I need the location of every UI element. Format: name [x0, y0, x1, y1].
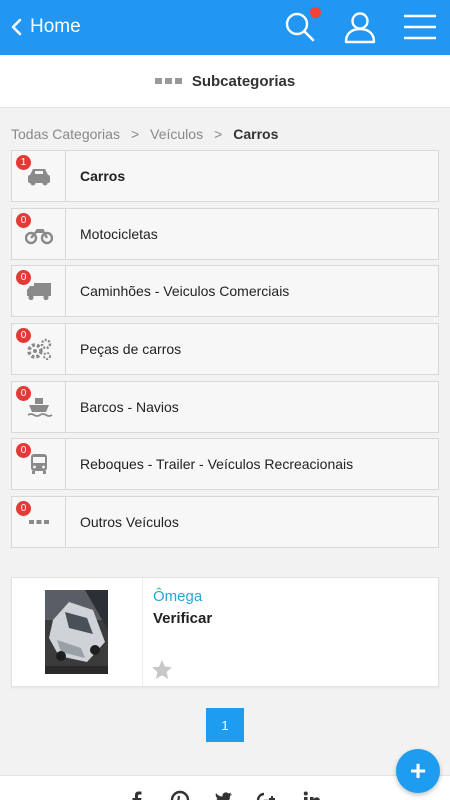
pinterest-icon: [170, 790, 190, 800]
listing-verify-label[interactable]: Verificar: [153, 610, 212, 627]
category-icon-cell: 0: [12, 439, 66, 490]
user-icon: [344, 12, 376, 44]
subcategory-item-motocicletas[interactable]: 0 Motocicletas: [11, 207, 439, 260]
subcategory-label: Caminhões - Veiculos Comerciais: [80, 283, 290, 300]
breadcrumb-separator: >: [214, 126, 223, 142]
subcategory-item-outros[interactable]: 0 Outros Veículos: [11, 496, 439, 549]
subcategory-label: Carros: [80, 168, 126, 184]
google-plus-link[interactable]: [256, 790, 276, 800]
favorite-button[interactable]: [150, 658, 174, 682]
subcategory-label: Outros Veículos: [80, 514, 179, 531]
star-icon: [152, 660, 172, 679]
menu-button[interactable]: [402, 9, 438, 45]
twitter-icon: [215, 792, 233, 800]
breadcrumb-separator: >: [130, 126, 140, 142]
notification-dot: [310, 7, 321, 18]
subcategories-header: Subcategorias: [0, 55, 450, 108]
car-photo: [45, 590, 108, 674]
add-listing-fab[interactable]: +: [396, 749, 440, 793]
chevron-left-icon: [11, 18, 22, 36]
category-icon-cell: 0: [12, 208, 66, 259]
subcategories-title: Subcategorias: [191, 72, 296, 90]
listing-thumbnail: [45, 590, 108, 674]
category-icon-cell: 0: [12, 324, 66, 375]
subcategory-label: Motocicletas: [80, 225, 158, 242]
listing-thumbnail-cell: [12, 578, 143, 686]
category-icon-cell: 0: [12, 381, 66, 432]
truck-icon: [26, 283, 51, 301]
search-button[interactable]: [282, 7, 321, 45]
google-plus-icon: [256, 792, 275, 800]
subcategory-item-barcos[interactable]: 0 Barcos - Navios: [11, 380, 439, 433]
facebook-link[interactable]: [127, 790, 147, 800]
social-footer: [0, 775, 450, 800]
breadcrumb-all-categories[interactable]: Todas Categorias: [11, 126, 120, 142]
home-back-label: Home: [30, 16, 81, 37]
grid-dots-icon: [154, 78, 182, 84]
top-app-bar: Home: [0, 0, 450, 55]
subcategory-item-caminhoes[interactable]: 0 Caminhões - Veiculos Comerciais: [11, 265, 439, 318]
count-badge: 0: [16, 328, 31, 344]
subcategory-item-carros[interactable]: 1 Carros: [11, 150, 439, 202]
subcategory-list: 1 Carros 0 Motocicletas 0 Caminhões - Ve…: [11, 150, 439, 554]
subcategory-label: Peças de carros: [80, 341, 182, 358]
bus-icon: [30, 454, 47, 475]
category-icon-cell: 0: [12, 497, 66, 548]
listing-title[interactable]: Ômega: [153, 588, 202, 605]
count-badge: 0: [16, 212, 31, 228]
linkedin-link[interactable]: [302, 790, 322, 800]
subcategory-item-pecas[interactable]: 0 Peças de carros: [11, 323, 439, 376]
pagination-page-1[interactable]: 1: [206, 708, 244, 742]
category-icon-cell: 1: [12, 151, 66, 201]
count-badge: 1: [16, 155, 31, 170]
breadcrumb: Todas Categorias > Veículos > Carros: [11, 124, 278, 144]
listing-card[interactable]: Ômega Verificar: [11, 577, 439, 687]
category-icon-cell: 0: [12, 266, 66, 317]
twitter-link[interactable]: [214, 790, 234, 800]
facebook-icon: [132, 791, 142, 800]
subcategory-label: Barcos - Navios: [80, 398, 179, 415]
menu-icon: [404, 14, 436, 40]
breadcrumb-vehicles[interactable]: Veículos: [150, 126, 203, 142]
pinterest-link[interactable]: [170, 790, 190, 800]
account-button[interactable]: [342, 9, 378, 45]
subcategory-item-reboques[interactable]: 0 Reboques - Trailer - Veículos Recreaci…: [11, 438, 439, 491]
subcategory-label: Reboques - Trailer - Veículos Recreacion…: [80, 456, 354, 473]
linkedin-icon: [303, 791, 320, 800]
home-back-button[interactable]: Home: [10, 12, 81, 42]
count-badge: 0: [16, 385, 31, 401]
breadcrumb-current: Carros: [233, 126, 279, 142]
